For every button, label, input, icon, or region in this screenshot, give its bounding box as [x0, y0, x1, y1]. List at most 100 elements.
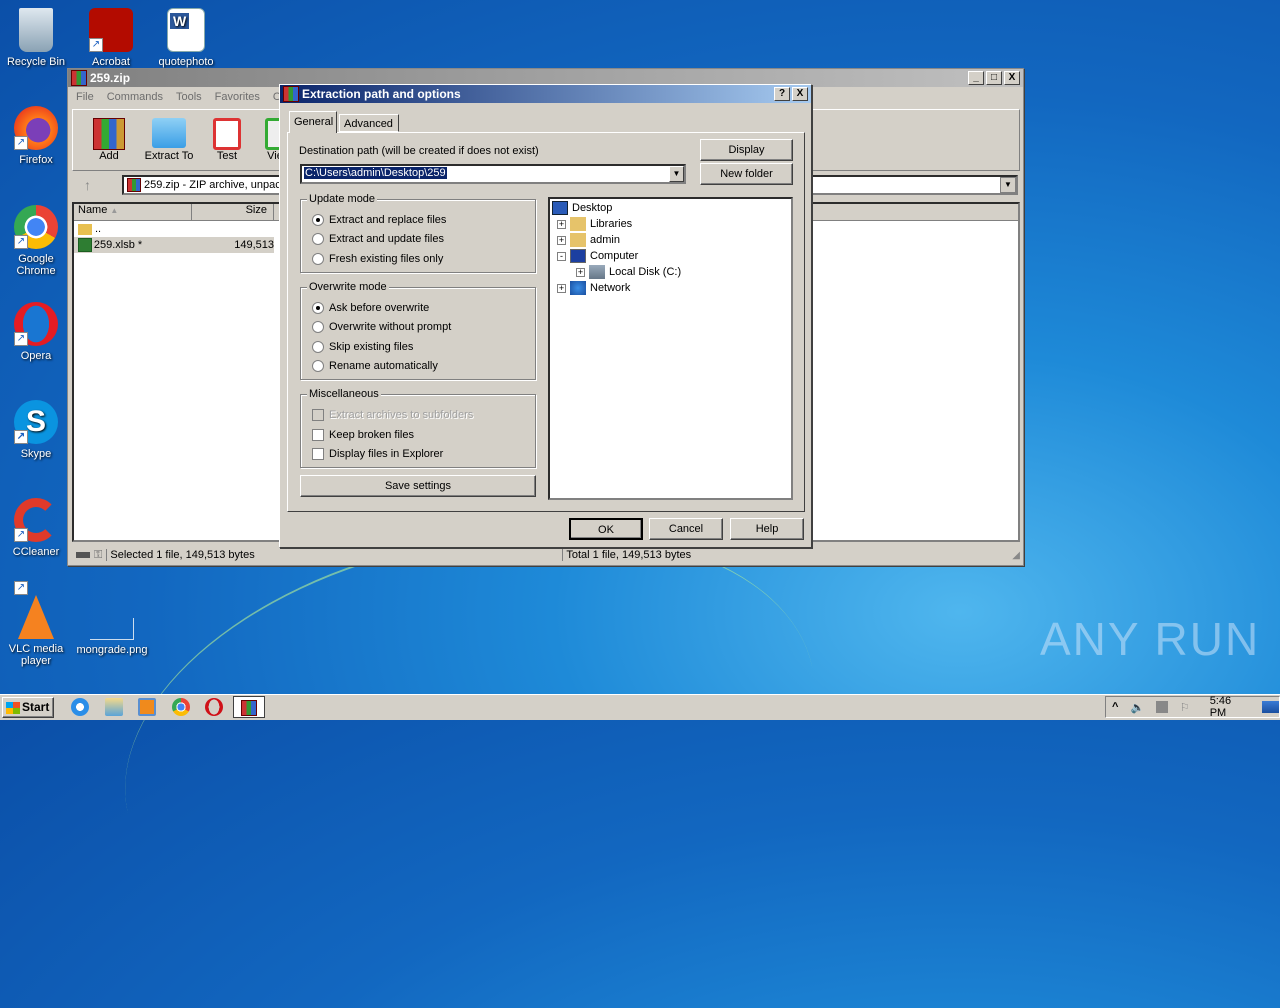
file-row[interactable]: 259.xlsb * 149,513 — [74, 237, 274, 253]
acrobat-icon: ↗ — [89, 8, 133, 52]
radio-fresh-existing[interactable]: Fresh existing files only — [312, 253, 443, 265]
maximize-button[interactable]: □ — [986, 71, 1002, 85]
tree-item-network[interactable]: + Network — [557, 281, 630, 295]
user-folder-icon — [570, 233, 586, 247]
dialog-winrar-icon — [283, 86, 299, 102]
key-icon: ⚿ — [94, 548, 103, 561]
folder-icon — [78, 223, 92, 235]
close-button[interactable]: X — [1004, 71, 1020, 85]
taskbar-chrome-icon[interactable] — [172, 698, 190, 716]
up-arrow-icon[interactable]: ↑ — [84, 177, 91, 193]
winrar-taskbar-icon — [241, 700, 257, 716]
folder-tree[interactable]: Desktop + Libraries + admin - Computer + Loc… — [548, 197, 793, 500]
address-dropdown-button[interactable]: ▼ — [1000, 177, 1016, 193]
desktop-icon-firefox[interactable]: ↗ Firefox — [0, 106, 72, 166]
opera-icon: ↗ — [14, 302, 58, 346]
desktop-icon-chrome[interactable]: ↗ Google Chrome — [0, 205, 72, 277]
destination-path-combobox[interactable]: C:\Users\admin\Desktop\259 ▼ — [300, 164, 686, 184]
desktop-icon-opera[interactable]: ↗ Opera — [0, 302, 72, 362]
new-folder-button[interactable]: New folder — [700, 163, 793, 185]
desktop-icon-mongrade[interactable]: mongrade.png — [76, 618, 148, 656]
desktop-icon-vlc[interactable]: ↗ VLC media player — [0, 581, 72, 667]
menu-file[interactable]: File — [76, 91, 94, 103]
hard-drive-icon — [589, 265, 605, 279]
radio-extract-replace[interactable]: Extract and replace files — [312, 214, 446, 226]
word-document-icon: W — [167, 8, 205, 52]
desktop-icon — [552, 201, 568, 215]
test-clipboard-icon — [213, 118, 241, 150]
tree-item-admin[interactable]: + admin — [557, 233, 620, 247]
extraction-dialog: Extraction path and options ? X General … — [279, 84, 812, 548]
toolbar-extract-to[interactable]: Extract To — [139, 118, 199, 162]
expand-icon[interactable]: + — [557, 235, 566, 245]
display-button[interactable]: Display — [700, 139, 793, 161]
tree-item-libraries[interactable]: + Libraries — [557, 217, 632, 231]
update-mode-group: Update mode Extract and replace files Ex… — [300, 193, 536, 273]
column-header-name[interactable]: Name ▲ — [74, 204, 192, 220]
image-file-icon — [90, 618, 134, 640]
tree-item-desktop[interactable]: Desktop — [552, 201, 612, 215]
cancel-button[interactable]: Cancel — [649, 518, 723, 540]
menu-tools[interactable]: Tools — [176, 91, 202, 103]
expand-icon[interactable]: + — [576, 267, 585, 277]
desktop-icon-recycle-bin[interactable]: Recycle Bin — [0, 8, 72, 68]
taskbar: Start — [0, 694, 1280, 720]
radio-ask-before-overwrite[interactable]: Ask before overwrite — [312, 302, 429, 314]
toolbar-add[interactable]: Add — [87, 118, 131, 162]
tray-expand-icon[interactable]: ^ — [1112, 701, 1118, 713]
desktop-icon-skype[interactable]: S ↗ Skype — [0, 400, 72, 460]
start-button[interactable]: Start — [2, 697, 54, 718]
minimize-button[interactable]: _ — [968, 71, 984, 85]
path-dropdown-button[interactable]: ▼ — [669, 166, 684, 182]
radio-rename-automatically[interactable]: Rename automatically — [312, 360, 438, 372]
add-archive-icon — [93, 118, 125, 150]
desktop-icon-ccleaner[interactable]: ↗ CCleaner — [0, 498, 72, 558]
chrome-icon: ↗ — [14, 205, 58, 249]
menu-commands[interactable]: Commands — [107, 91, 163, 103]
drive-icon — [76, 552, 90, 558]
radio-overwrite-without-prompt[interactable]: Overwrite without prompt — [312, 321, 451, 333]
tree-item-local-disk[interactable]: + Local Disk (C:) — [576, 265, 681, 279]
recycle-bin-icon — [19, 8, 53, 52]
ok-button[interactable]: OK — [569, 518, 643, 540]
volume-icon[interactable]: 🔈 — [1130, 701, 1144, 714]
taskbar-media-player-icon[interactable] — [138, 698, 156, 716]
anyrun-watermark: ANY RUN — [1040, 613, 1261, 665]
computer-icon — [570, 249, 586, 263]
dialog-close-button[interactable]: X — [792, 87, 808, 101]
checkbox-display-in-explorer[interactable]: Display files in Explorer — [312, 448, 443, 460]
clock[interactable]: 5:46 PM — [1210, 695, 1250, 719]
menu-favorites[interactable]: Favorites — [215, 91, 260, 103]
network-tray-icon[interactable] — [1156, 701, 1168, 713]
resize-grip[interactable]: ◢ — [1012, 550, 1020, 561]
toolbar-test[interactable]: Test — [207, 118, 247, 162]
help-button[interactable]: Help — [730, 518, 804, 540]
desktop-icon-quotephoto[interactable]: W quotephoto — [150, 8, 222, 68]
taskbar-opera-icon[interactable] — [205, 698, 223, 716]
checkbox-extract-to-subfolders[interactable]: Extract archives to subfolders — [312, 409, 473, 421]
taskbar-winrar-button[interactable] — [233, 696, 265, 718]
checkbox-keep-broken-files[interactable]: Keep broken files — [312, 429, 414, 441]
windows-logo-icon — [6, 701, 20, 714]
column-header-size[interactable]: Size — [192, 204, 274, 220]
firefox-icon: ↗ — [14, 106, 58, 150]
expand-icon[interactable]: + — [557, 219, 566, 229]
radio-extract-update[interactable]: Extract and update files — [312, 233, 444, 245]
desktop-icon-acrobat[interactable]: ↗ Acrobat — [75, 8, 147, 68]
expand-icon[interactable]: + — [557, 283, 566, 293]
tab-advanced[interactable]: Advanced — [339, 114, 399, 132]
tab-panel: Destination path (will be created if doe… — [287, 132, 805, 512]
tree-item-computer[interactable]: - Computer — [557, 249, 638, 263]
collapse-icon[interactable]: - — [557, 251, 566, 261]
show-desktop-icon[interactable] — [1261, 701, 1280, 713]
radio-skip-existing[interactable]: Skip existing files — [312, 341, 413, 353]
tab-general[interactable]: General — [289, 111, 337, 133]
save-settings-button[interactable]: Save settings — [300, 475, 536, 497]
taskbar-ie-icon[interactable] — [71, 698, 89, 716]
dialog-titlebar[interactable]: Extraction path and options ? X — [280, 85, 811, 103]
ccleaner-icon: ↗ — [14, 498, 58, 542]
taskbar-explorer-icon[interactable] — [105, 698, 123, 716]
zip-icon — [127, 178, 141, 192]
action-center-flag-icon[interactable]: ⚐ — [1180, 701, 1190, 714]
help-title-button[interactable]: ? — [774, 87, 790, 101]
